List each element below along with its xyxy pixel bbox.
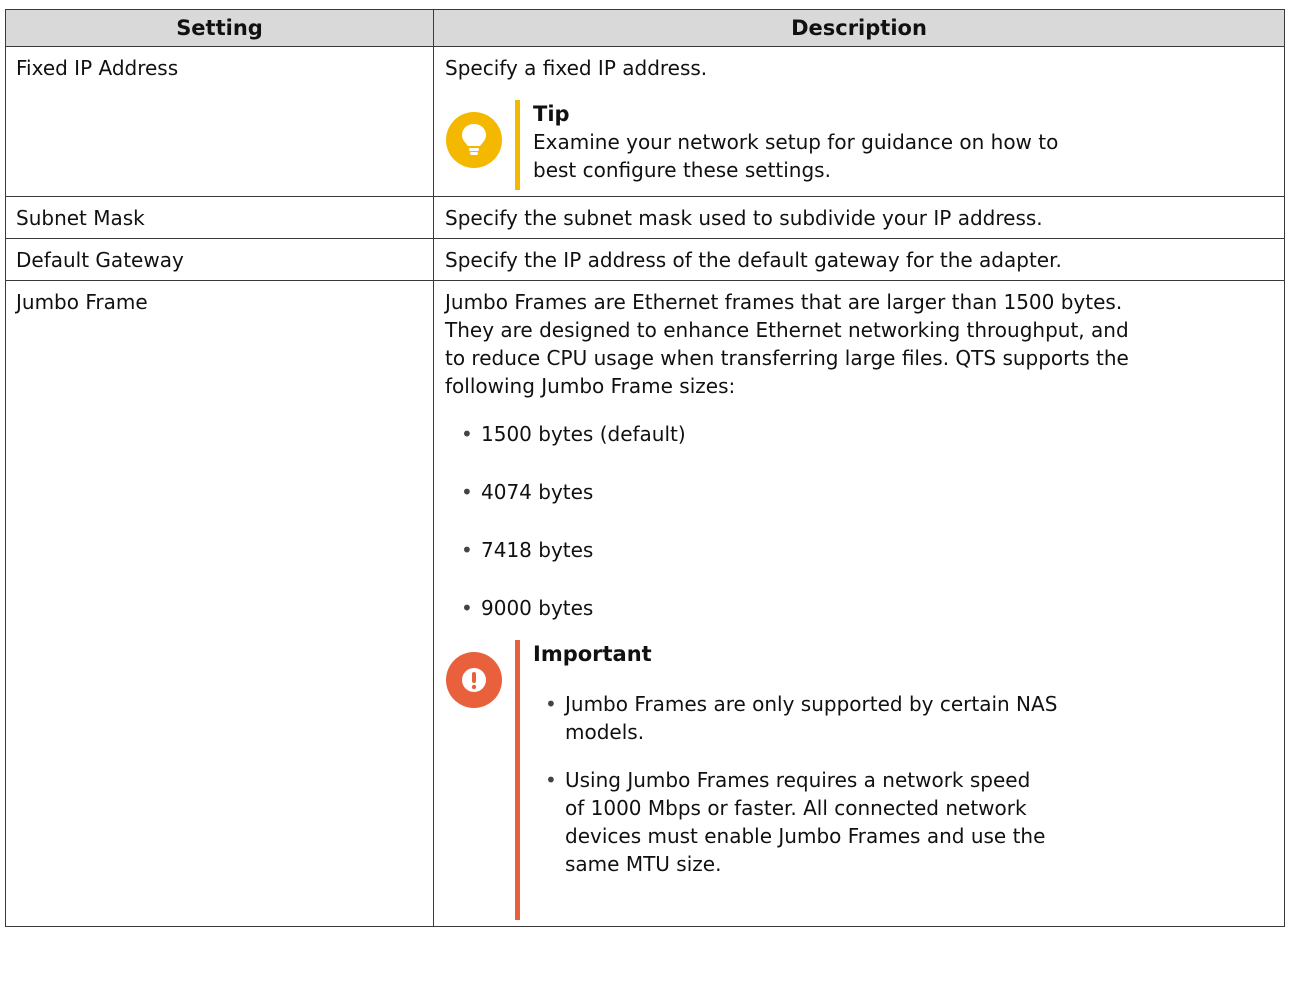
list-item-line: Using Jumbo Frames requires a network sp… (565, 768, 1031, 792)
table-row: Jumbo Frame Jumbo Frames are Ethernet fr… (5, 280, 1285, 927)
list-item-line: devices must enable Jumbo Frames and use… (565, 824, 1046, 848)
settings-table: Setting Description Fixed IP Address Spe… (5, 9, 1285, 927)
important-list: • Jumbo Frames are only supported by cer… (533, 690, 1145, 878)
tip-bar (515, 100, 520, 190)
list-item-text: 1500 bytes (default) (481, 422, 686, 446)
table-row: Default Gateway Specify the IP address o… (5, 238, 1285, 281)
tip-text-line: Examine your network setup for guidance … (533, 130, 1059, 154)
description-text: Specify the subnet mask used to subdivid… (445, 206, 1043, 230)
description-line: They are designed to enhance Ethernet ne… (445, 318, 1129, 342)
table-row: Fixed IP Address Specify a fixed IP addr… (5, 46, 1285, 197)
description-line: following Jumbo Frame sizes: (445, 374, 736, 398)
header-setting: Setting (5, 9, 434, 47)
list-item: • Using Jumbo Frames requires a network … (545, 766, 1145, 878)
description-cell: Jumbo Frames are Ethernet frames that ar… (433, 280, 1285, 927)
bullet-icon: • (461, 596, 473, 620)
description-text: Specify a fixed IP address. (445, 56, 708, 80)
table-header-row: Setting Description (5, 9, 1285, 47)
frame-size-list: • 1500 bytes (default) • 4074 bytes • 7418 … (445, 420, 1274, 622)
list-item-line: Jumbo Frames are only supported by certa… (565, 692, 1058, 716)
setting-cell: Fixed IP Address (5, 46, 434, 197)
important-bar (515, 640, 520, 920)
description-cell: Specify the IP address of the default ga… (433, 238, 1285, 281)
list-item-line: of 1000 Mbps or faster. All connected ne… (565, 796, 1027, 820)
list-item-text: 4074 bytes (481, 480, 594, 504)
tip-text-line: best configure these settings. (533, 158, 831, 182)
list-item-line: models. (565, 720, 645, 744)
list-item-text: 9000 bytes (481, 596, 594, 620)
tip-title: Tip (533, 102, 570, 126)
bullet-icon: • (461, 480, 473, 504)
list-item-text: 7418 bytes (481, 538, 594, 562)
list-item: • 7418 bytes (461, 536, 1274, 564)
bullet-icon: • (461, 538, 473, 562)
tip-note: Tip Examine your network setup for guida… (445, 100, 1274, 190)
list-item: • 9000 bytes (461, 594, 1274, 622)
bullet-icon: • (545, 692, 557, 716)
list-item-text: Using Jumbo Frames requires a network sp… (565, 766, 1145, 878)
important-title: Important (533, 642, 652, 666)
description-text: Specify the IP address of the default ga… (445, 248, 1062, 272)
setting-cell: Default Gateway (5, 238, 434, 281)
description-cell: Specify the subnet mask used to subdivid… (433, 196, 1285, 239)
list-item-line: same MTU size. (565, 852, 722, 876)
description-cell: Specify a fixed IP address. Tip Examine … (433, 46, 1285, 197)
lightbulb-icon (446, 112, 502, 168)
table-row: Subnet Mask Specify the subnet mask used… (5, 196, 1285, 239)
setting-cell: Jumbo Frame (5, 280, 434, 927)
bullet-icon: • (461, 422, 473, 446)
tip-body: Tip Examine your network setup for guida… (533, 100, 1058, 184)
header-description: Description (433, 9, 1285, 47)
description-line: Jumbo Frames are Ethernet frames that ar… (445, 290, 1123, 314)
bullet-icon: • (545, 768, 557, 792)
important-body: Important • Jumbo Frames are only suppor… (533, 640, 1145, 898)
important-note: Important • Jumbo Frames are only suppor… (445, 640, 1274, 920)
exclamation-icon (446, 652, 502, 708)
list-item: • 1500 bytes (default) (461, 420, 1274, 448)
setting-cell: Subnet Mask (5, 196, 434, 239)
description-line: to reduce CPU usage when transferring la… (445, 346, 1129, 370)
list-item-text: Jumbo Frames are only supported by certa… (565, 690, 1145, 746)
list-item: • Jumbo Frames are only supported by cer… (545, 690, 1145, 746)
list-item: • 4074 bytes (461, 478, 1274, 506)
